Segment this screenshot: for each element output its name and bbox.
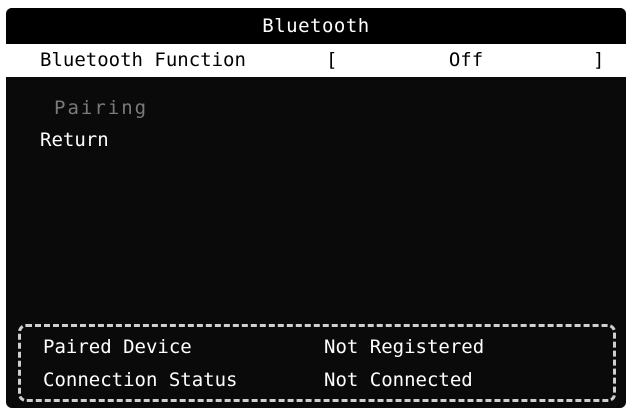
menu-item-bluetooth-function[interactable]: Bluetooth Function [ Off ] bbox=[6, 44, 626, 77]
connection-status-label: Connection Status bbox=[43, 369, 238, 391]
return-label: Return bbox=[40, 129, 109, 151]
bluetooth-function-value: Off bbox=[448, 49, 484, 71]
connection-status-value: Not Connected bbox=[324, 369, 473, 391]
bluetooth-status-panel: Paired Device Not Registered Connection … bbox=[18, 324, 616, 402]
bluetooth-osd-menu: Bluetooth Bluetooth Function [ Off ] Pai… bbox=[6, 8, 626, 408]
menu-item-pairing: Pairing bbox=[6, 92, 626, 125]
menu-item-return[interactable]: Return bbox=[6, 124, 626, 157]
menu-title: Bluetooth bbox=[6, 8, 626, 44]
value-bracket-close: ] bbox=[593, 49, 605, 71]
value-bracket-open: [ bbox=[326, 49, 338, 71]
paired-device-row: Paired Device Not Registered bbox=[21, 332, 613, 362]
connection-status-row: Connection Status Not Connected bbox=[21, 365, 613, 395]
bluetooth-function-label: Bluetooth Function bbox=[40, 49, 246, 71]
paired-device-label: Paired Device bbox=[43, 336, 192, 358]
paired-device-value: Not Registered bbox=[324, 336, 485, 358]
pairing-label: Pairing bbox=[54, 97, 149, 119]
